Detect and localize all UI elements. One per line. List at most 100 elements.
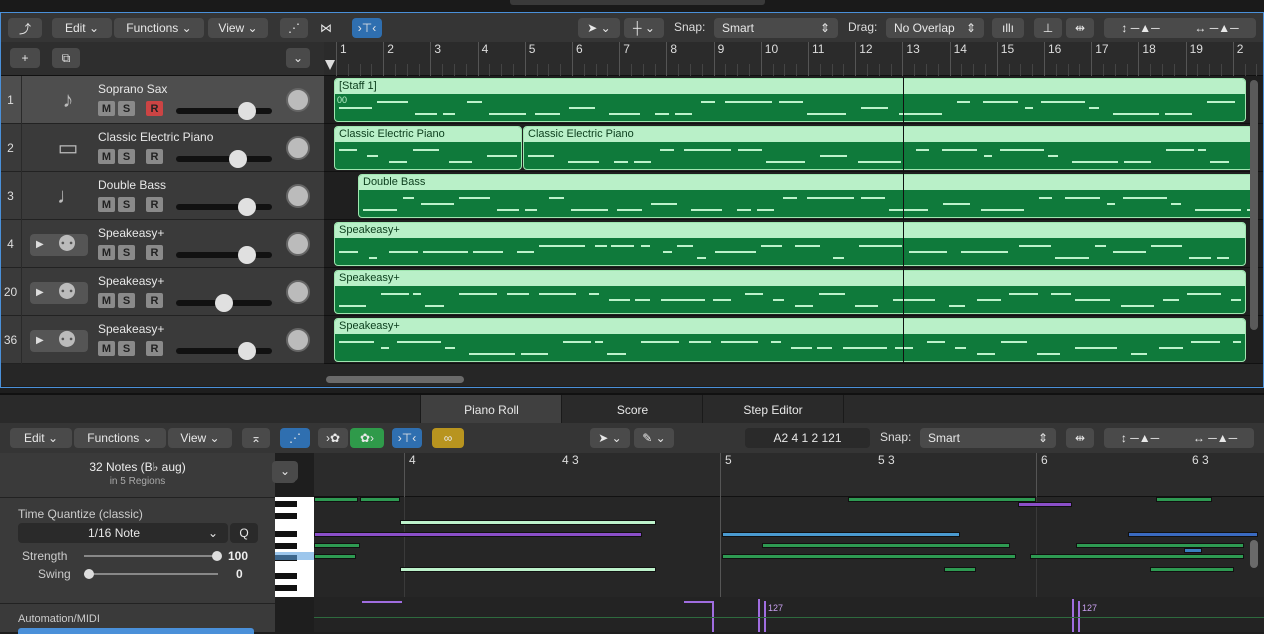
midi-out-icon[interactable]: ✿› bbox=[350, 428, 384, 448]
pr-catch-icon[interactable]: ›⊤‹ bbox=[392, 428, 422, 448]
pointer-tool-icon[interactable]: ➤ ⌄ bbox=[578, 18, 620, 38]
black-key[interactable] bbox=[275, 501, 297, 507]
edit-menu[interactable]: Edit ⌄ bbox=[52, 18, 112, 38]
midi-note[interactable] bbox=[762, 543, 1010, 548]
track-name[interactable]: Speakeasy+ bbox=[98, 322, 164, 336]
volume-slider[interactable] bbox=[176, 294, 272, 312]
mute-button[interactable]: M bbox=[98, 197, 115, 212]
zoom-sliders[interactable]: ↕ ─▲─ ↔ ─▲─ bbox=[1104, 18, 1256, 38]
bar-ruler[interactable]: 1 2 3 4 5 6 7 8 9 10 11 12 13 14 15 16 17 18 19 2 bbox=[324, 42, 1264, 76]
piano-keyboard[interactable] bbox=[275, 497, 314, 597]
record-button[interactable]: R bbox=[146, 149, 163, 164]
catch-icon[interactable]: ›⊤‹ bbox=[352, 18, 382, 38]
solo-button[interactable]: S bbox=[118, 245, 135, 260]
region-speakeasy-4[interactable]: Speakeasy+ bbox=[334, 222, 1246, 266]
midi-in-icon[interactable]: ›✿ bbox=[318, 428, 348, 448]
mute-button[interactable]: M bbox=[98, 101, 115, 116]
global-tracks-icon[interactable]: ⌄ bbox=[286, 48, 310, 68]
pan-knob[interactable] bbox=[286, 88, 310, 112]
volume-knob[interactable] bbox=[238, 102, 257, 120]
marquee-tool-icon[interactable]: ┼ ⌄ bbox=[624, 18, 664, 38]
midi-note[interactable] bbox=[314, 532, 642, 537]
black-key[interactable] bbox=[275, 531, 297, 537]
volume-knob[interactable] bbox=[238, 198, 257, 216]
mute-button[interactable]: M bbox=[98, 245, 115, 260]
record-button[interactable]: R bbox=[146, 101, 163, 116]
midi-note[interactable] bbox=[1184, 548, 1202, 553]
track-name[interactable]: Double Bass bbox=[98, 178, 166, 192]
solo-button[interactable]: S bbox=[118, 149, 135, 164]
region-double-bass[interactable]: Double Bass bbox=[358, 174, 1258, 218]
region-staff-1[interactable]: [Staff 1] 00 bbox=[334, 78, 1246, 122]
black-key[interactable] bbox=[275, 585, 297, 591]
tab-piano-roll[interactable]: Piano Roll bbox=[420, 395, 562, 425]
black-key[interactable] bbox=[275, 513, 297, 519]
swing-knob[interactable] bbox=[84, 569, 94, 579]
horizontal-fit-icon[interactable]: ⇹ bbox=[1066, 18, 1094, 38]
strength-slider[interactable] bbox=[84, 551, 222, 561]
midi-note[interactable] bbox=[1018, 502, 1072, 507]
back-arrow-icon[interactable]: ⤴ bbox=[8, 18, 42, 38]
mute-button[interactable]: M bbox=[98, 149, 115, 164]
swing-slider[interactable] bbox=[84, 569, 218, 579]
volume-knob[interactable] bbox=[215, 294, 233, 312]
midi-note[interactable] bbox=[944, 567, 976, 572]
midi-note[interactable] bbox=[1076, 543, 1244, 548]
pan-knob[interactable] bbox=[286, 184, 310, 208]
vertical-fit-icon[interactable]: ⊥ bbox=[1034, 18, 1062, 38]
pan-knob[interactable] bbox=[286, 328, 310, 352]
region-speakeasy-20[interactable]: Speakeasy+ bbox=[334, 270, 1246, 314]
pr-view-menu[interactable]: View ⌄ bbox=[168, 428, 232, 448]
midi-note[interactable] bbox=[314, 497, 358, 502]
pan-knob[interactable] bbox=[286, 136, 310, 160]
midi-note[interactable] bbox=[360, 497, 400, 502]
pr-edit-menu[interactable]: Edit ⌄ bbox=[10, 428, 72, 448]
duplicate-track-icon[interactable]: ⧉ bbox=[52, 48, 80, 68]
piano-roll-grid[interactable] bbox=[314, 497, 1264, 597]
record-button[interactable]: R bbox=[146, 293, 163, 308]
quantize-q-button[interactable]: Q bbox=[230, 523, 258, 543]
pr-horizontal-fit-icon[interactable]: ⇹ bbox=[1066, 428, 1094, 448]
solo-button[interactable]: S bbox=[118, 293, 135, 308]
pr-midi-draw-icon[interactable]: ⋰ bbox=[280, 428, 310, 448]
track-header[interactable]: 36 ▶ ⚉ Speakeasy+ M S R bbox=[0, 316, 324, 364]
mute-button[interactable]: M bbox=[98, 293, 115, 308]
record-button[interactable]: R bbox=[146, 245, 163, 260]
track-name[interactable]: Soprano Sax bbox=[98, 82, 167, 96]
pr-zoom-sliders[interactable]: ↕ ─▲─ ↔ ─▲─ bbox=[1104, 428, 1254, 448]
track-header[interactable]: 20 ▶ ⚉ Speakeasy+ M S R bbox=[0, 268, 324, 316]
track-name[interactable]: Speakeasy+ bbox=[98, 274, 164, 288]
solo-button[interactable]: S bbox=[118, 101, 135, 116]
volume-knob[interactable] bbox=[229, 150, 248, 168]
piano-roll-ruler[interactable]: 4 4 3 5 5 3 6 6 3 bbox=[314, 453, 1264, 497]
midi-draw-icon[interactable]: ⋰ bbox=[280, 18, 308, 38]
horizontal-scrollbar[interactable] bbox=[326, 376, 464, 383]
add-track-button[interactable]: + bbox=[10, 48, 40, 68]
midi-note[interactable] bbox=[400, 520, 656, 525]
tab-step-editor[interactable]: Step Editor bbox=[702, 395, 844, 425]
midi-note[interactable] bbox=[1156, 497, 1212, 502]
volume-slider[interactable] bbox=[176, 198, 272, 216]
volume-knob[interactable] bbox=[238, 342, 257, 360]
swing-value[interactable]: 0 bbox=[236, 567, 243, 581]
inspector-collapse-icon[interactable]: ⌄ bbox=[272, 461, 298, 481]
track-header[interactable]: 3 ♩ Double Bass M S R bbox=[0, 172, 324, 220]
region-epiano-b[interactable]: Classic Electric Piano bbox=[523, 126, 1253, 170]
automation-lane[interactable]: 127 127 bbox=[314, 597, 1264, 632]
solo-button[interactable]: S bbox=[118, 197, 135, 212]
volume-slider[interactable] bbox=[176, 342, 272, 360]
midi-note[interactable] bbox=[1128, 532, 1258, 537]
tab-score[interactable]: Score bbox=[561, 395, 703, 425]
black-key[interactable] bbox=[275, 543, 297, 549]
record-button[interactable]: R bbox=[146, 197, 163, 212]
black-key[interactable] bbox=[275, 573, 297, 579]
mute-button[interactable]: M bbox=[98, 341, 115, 356]
midi-note[interactable] bbox=[314, 554, 356, 559]
pencil-tool-icon[interactable]: ✎ ⌄ bbox=[634, 428, 674, 448]
midi-note[interactable] bbox=[722, 554, 1016, 559]
midi-note[interactable] bbox=[722, 532, 960, 537]
strength-value[interactable]: 100 bbox=[228, 549, 248, 563]
midi-note[interactable] bbox=[1150, 567, 1234, 572]
link-icon[interactable]: ∞ bbox=[432, 428, 464, 448]
automation-select[interactable] bbox=[18, 628, 254, 634]
